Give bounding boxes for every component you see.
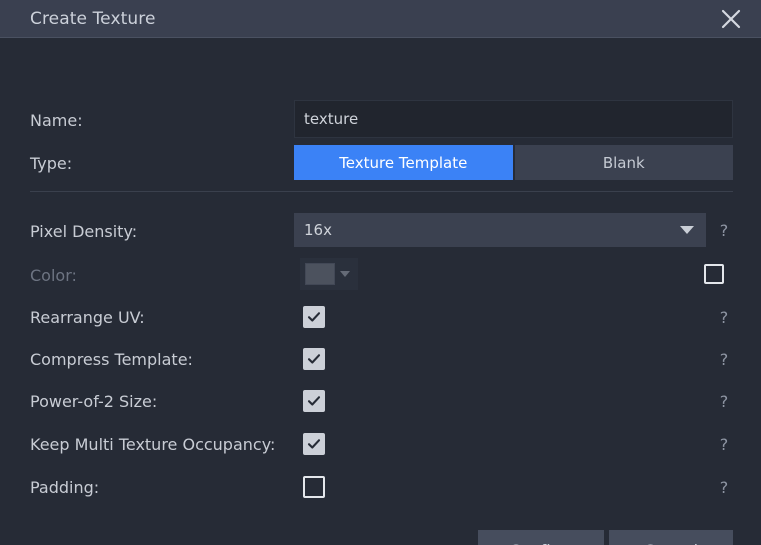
color-chevron-down-icon	[340, 271, 350, 277]
pixel-density-label: Pixel Density:	[30, 222, 138, 241]
type-option-blank[interactable]: Blank	[514, 145, 733, 180]
close-button[interactable]	[711, 0, 751, 38]
check-icon	[307, 312, 321, 322]
chevron-down-icon	[680, 226, 694, 234]
dialog-titlebar: Create Texture	[0, 0, 761, 38]
type-segmented-control: Texture Template Blank	[294, 145, 733, 180]
color-picker[interactable]	[300, 258, 358, 290]
power-of-2-size-checkbox[interactable]	[303, 390, 325, 412]
color-swatch	[305, 263, 335, 285]
confirm-button[interactable]: Confirm	[478, 530, 604, 545]
rearrange-uv-label: Rearrange UV:	[30, 308, 145, 327]
create-texture-dialog: Create Texture Name: Type: Texture Templ…	[0, 0, 761, 545]
check-icon	[307, 354, 321, 364]
compress-template-checkbox[interactable]	[303, 348, 325, 370]
pixel-density-help-icon[interactable]: ?	[716, 221, 732, 240]
compress-template-label: Compress Template:	[30, 350, 193, 369]
cancel-button[interactable]: Cancel	[609, 530, 733, 545]
keep-multi-texture-occupancy-checkbox[interactable]	[303, 433, 325, 455]
padding-help-icon[interactable]: ?	[716, 478, 732, 497]
rearrange-uv-help-icon[interactable]: ?	[716, 308, 732, 327]
padding-label: Padding:	[30, 478, 100, 497]
check-icon	[307, 439, 321, 449]
power-of-2-size-help-icon[interactable]: ?	[716, 392, 732, 411]
rearrange-uv-checkbox[interactable]	[303, 306, 325, 328]
section-divider	[30, 191, 733, 192]
name-label: Name:	[30, 111, 83, 130]
power-of-2-size-label: Power-of-2 Size:	[30, 392, 158, 411]
dialog-title: Create Texture	[30, 8, 156, 29]
pixel-density-dropdown[interactable]: 16x	[294, 213, 706, 247]
color-label: Color:	[30, 266, 77, 285]
padding-checkbox[interactable]	[303, 476, 325, 498]
close-icon	[720, 8, 742, 30]
color-enable-checkbox[interactable]	[704, 264, 724, 284]
check-icon	[307, 396, 321, 406]
keep-multi-texture-occupancy-label: Keep Multi Texture Occupancy:	[30, 435, 276, 454]
compress-template-help-icon[interactable]: ?	[716, 350, 732, 369]
name-input[interactable]	[294, 100, 733, 138]
pixel-density-value: 16x	[304, 221, 332, 239]
type-label: Type:	[30, 154, 73, 173]
keep-multi-texture-occupancy-help-icon[interactable]: ?	[716, 435, 732, 454]
dialog-body: Name: Type: Texture Template Blank Pixel…	[0, 38, 761, 545]
type-option-texture-template[interactable]: Texture Template	[294, 145, 513, 180]
